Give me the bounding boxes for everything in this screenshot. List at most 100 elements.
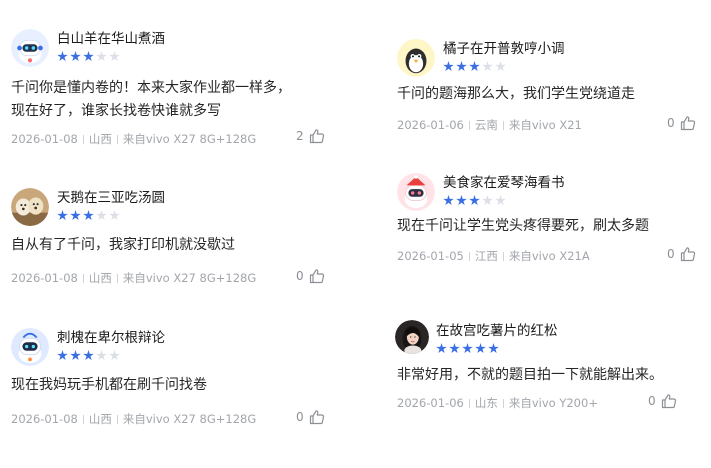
review-username[interactable]: 刺槐在卑尔根辩论 (57, 329, 165, 347)
star-empty-icon (109, 210, 120, 221)
review-date: 2026-01-08 (11, 132, 78, 146)
star-empty-icon (109, 350, 120, 361)
review-date: 2026-01-06 (397, 118, 464, 132)
star-filled-icon (57, 51, 68, 62)
penguin-avatar-icon[interactable] (397, 39, 435, 77)
review-text-line: 非常好用，不就的题目拍一下就能解出来。 (397, 367, 663, 383)
review-text-line: 自从有了千问，我家打印机就没歇过 (11, 237, 235, 253)
like-button[interactable]: 0 (296, 268, 325, 284)
star-empty-icon (482, 195, 493, 206)
review-username[interactable]: 白山羊在华山煮酒 (57, 30, 165, 48)
review-region: 江西 (474, 249, 498, 263)
star-empty-icon (96, 210, 107, 221)
divider (502, 398, 504, 408)
star-filled-icon (449, 343, 460, 354)
star-filled-icon (70, 350, 81, 361)
like-count: 0 (296, 269, 304, 283)
star-filled-icon (70, 51, 81, 62)
thumbs-up-icon (309, 410, 324, 425)
robot-avatar-icon[interactable] (11, 328, 49, 366)
star-filled-icon (443, 195, 454, 206)
review-card: 天鹅在三亚吃汤圆 自从有了千问，我家打印机就没歇过 2026-01-08 山西 … (11, 188, 341, 288)
review-meta: 2026-01-08 山西 来自vivo X27 8G+128G (11, 271, 256, 285)
divider (468, 251, 470, 261)
like-button[interactable]: 0 (296, 409, 325, 425)
review-region: 山西 (88, 271, 112, 285)
star-filled-icon (83, 210, 94, 221)
star-rating (57, 210, 120, 222)
review-date: 2026-01-08 (11, 271, 78, 285)
robot-avatar-icon[interactable] (11, 29, 49, 67)
divider (116, 414, 118, 424)
star-filled-icon (462, 343, 473, 354)
star-filled-icon (57, 350, 68, 361)
review-card: 美食家在爱琴海看书 现在千问让学生党头疼得要死，刷太多题 2026-01-05 … (397, 173, 702, 273)
review-date: 2026-01-06 (397, 396, 464, 410)
star-filled-icon (436, 343, 447, 354)
dogs-photo-avatar-icon[interactable] (11, 188, 49, 226)
review-username[interactable]: 橘子在开普敦哼小调 (443, 40, 565, 58)
woman-photo-avatar-icon[interactable] (395, 320, 429, 354)
review-meta: 2026-01-05 江西 来自vivo X21A (397, 249, 590, 263)
review-meta: 2026-01-08 山西 来自vivo X27 8G+128G (11, 412, 256, 426)
review-meta: 2026-01-06 云南 来自vivo X21 (397, 118, 582, 132)
star-empty-icon (109, 51, 120, 62)
review-text-line: 千问你是懂内卷的！本来大家作业都一样多， (11, 80, 291, 96)
star-rating (57, 350, 120, 362)
thumbs-up-icon (661, 394, 676, 409)
review-username[interactable]: 天鹅在三亚吃汤圆 (57, 189, 165, 207)
thumbs-up-icon (309, 129, 324, 144)
star-rating (436, 343, 499, 355)
review-text-line: 千问的题海那么大，我们学生党绕道走 (397, 86, 635, 102)
like-count: 0 (648, 394, 656, 408)
like-count: 2 (296, 129, 304, 143)
divider (82, 414, 84, 424)
star-filled-icon (83, 51, 94, 62)
thumbs-up-icon (680, 247, 695, 262)
review-device: 来自vivo X27 8G+128G (122, 271, 257, 285)
star-rating (443, 61, 506, 73)
review-date: 2026-01-05 (397, 249, 464, 263)
review-text-line: 现在千问让学生党头疼得要死，刷太多题 (397, 218, 649, 234)
star-filled-icon (475, 343, 486, 354)
review-username[interactable]: 在故宫吃薯片的红松 (436, 322, 558, 340)
like-button[interactable]: 0 (667, 115, 696, 131)
star-rating (443, 195, 506, 207)
divider (116, 134, 118, 144)
review-card: 刺槐在卑尔根辩论 现在我妈玩手机都在刷千问找卷 2026-01-08 山西 来自… (11, 328, 341, 428)
divider (82, 134, 84, 144)
review-text-line: 现在好了，谁家长找卷快谁就多写 (11, 103, 221, 119)
like-button[interactable]: 0 (667, 246, 696, 262)
star-empty-icon (96, 350, 107, 361)
like-count: 0 (667, 247, 675, 261)
robot-hat-avatar-icon[interactable] (397, 173, 435, 211)
like-count: 0 (296, 410, 304, 424)
star-empty-icon (495, 195, 506, 206)
review-region: 山西 (88, 412, 112, 426)
divider (502, 251, 504, 261)
review-region: 云南 (474, 118, 498, 132)
like-button[interactable]: 2 (296, 128, 325, 144)
thumbs-up-icon (309, 269, 324, 284)
divider (468, 398, 470, 408)
divider (82, 273, 84, 283)
star-filled-icon (70, 210, 81, 221)
review-meta: 2026-01-08 山西 来自vivo X27 8G+128G (11, 132, 256, 146)
star-filled-icon (83, 350, 94, 361)
like-button[interactable]: 0 (648, 393, 677, 409)
review-card: 在故宫吃薯片的红松 非常好用，不就的题目拍一下就能解出来。 2026-01-06… (395, 320, 695, 420)
review-username[interactable]: 美食家在爱琴海看书 (443, 174, 565, 192)
divider (502, 120, 504, 130)
divider (116, 273, 118, 283)
star-filled-icon (57, 210, 68, 221)
review-device: 来自vivo X21 (508, 118, 582, 132)
review-card: 白山羊在华山煮酒 千问你是懂内卷的！本来大家作业都一样多， 现在好了，谁家长找卷… (11, 29, 341, 151)
star-empty-icon (495, 61, 506, 72)
thumbs-up-icon (680, 116, 695, 131)
star-filled-icon (469, 61, 480, 72)
review-region: 山东 (474, 396, 498, 410)
star-empty-icon (96, 51, 107, 62)
review-device: 来自vivo Y200+ (508, 396, 598, 410)
star-filled-icon (456, 195, 467, 206)
divider (468, 120, 470, 130)
